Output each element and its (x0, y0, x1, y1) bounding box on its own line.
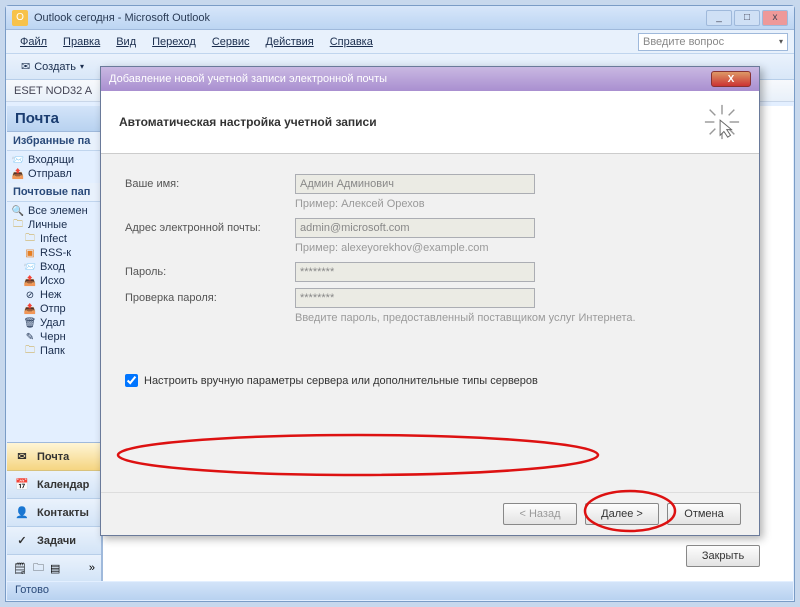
folder-icon: 🗀 (23, 233, 37, 245)
ask-question-box[interactable]: Введите вопрос ▾ (638, 33, 788, 51)
nav-infected[interactable]: 🗀Infect (11, 232, 97, 246)
manual-config-row[interactable]: Настроить вручную параметры сервера или … (125, 374, 735, 387)
trash-icon: 🗑 (23, 317, 37, 329)
name-label: Ваше имя: (125, 178, 295, 190)
nav-header-mail: Почта (7, 106, 101, 132)
add-account-dialog: Добавление новой учетной записи электрон… (100, 66, 760, 536)
inbox-icon: 📨 (11, 154, 25, 166)
mail-icon: ✉ (13, 448, 31, 466)
folder-list-icon[interactable]: 🗀 (33, 559, 44, 578)
inbox-icon: 📨 (23, 261, 37, 273)
password2-label: Проверка пароля: (125, 292, 295, 304)
nav-shortcut-row: 🗒 🗀 ▤ » (7, 555, 101, 581)
status-text: Готово (15, 584, 49, 596)
menu-file[interactable]: Файл (12, 33, 55, 51)
contacts-icon: 👤 (13, 504, 31, 522)
manual-config-label: Настроить вручную параметры сервера или … (144, 375, 538, 387)
nav-button-mail[interactable]: ✉Почта (7, 443, 101, 471)
chevron-down-icon: ▾ (80, 62, 84, 71)
name-hint: Пример: Алексей Орехов (295, 198, 735, 210)
nav-inbox[interactable]: 📨Входящи (11, 153, 97, 167)
sent-icon: 📤 (23, 303, 37, 315)
dialog-titlebar: Добавление новой учетной записи электрон… (101, 67, 759, 91)
menu-actions[interactable]: Действия (258, 33, 322, 51)
dialog-body: Ваше имя: Пример: Алексей Орехов Адрес э… (101, 154, 759, 397)
folder-icon: 🗀 (23, 345, 37, 357)
outlook-icon: O (12, 10, 28, 26)
chevron-down-icon: ▾ (779, 37, 783, 46)
calendar-icon: 📅 (13, 476, 31, 494)
menubar: Файл Правка Вид Переход Сервис Действия … (6, 30, 794, 54)
email-input[interactable] (295, 218, 535, 238)
sent-icon: 📤 (11, 168, 25, 180)
folder-icon: 🗀 (11, 219, 25, 231)
password-hint: Введите пароль, предоставленный поставщи… (295, 312, 735, 324)
menu-service[interactable]: Сервис (204, 33, 258, 51)
menu-go[interactable]: Переход (144, 33, 204, 51)
junk-icon: ⊘ (23, 289, 37, 301)
navigation-pane: Почта Избранные па 📨Входящи 📤Отправл Поч… (7, 106, 102, 581)
back-button[interactable]: < Назад (503, 503, 577, 525)
nav-button-calendar[interactable]: 📅Календар (7, 471, 101, 499)
shortcuts-icon[interactable]: ▤ (50, 562, 60, 575)
nav-sent[interactable]: 📤Отправл (11, 167, 97, 181)
notes-icon[interactable]: 🗒 (13, 562, 27, 575)
nav-sent2[interactable]: 📤Отпр (11, 302, 97, 316)
nav-inbox2[interactable]: 📨Вход (11, 260, 97, 274)
next-button[interactable]: Далее > (585, 503, 659, 525)
email-label: Адрес электронной почты: (125, 222, 295, 234)
nav-button-tasks[interactable]: ✓Задачи (7, 527, 101, 555)
nav-searchfolders[interactable]: 🗀Папк (11, 344, 97, 358)
nav-drafts[interactable]: ✎Черн (11, 330, 97, 344)
nav-mailfolders-header: Почтовые пап (7, 183, 101, 202)
eset-label: ESET NOD32 A (14, 85, 92, 97)
nav-junk[interactable]: ⊘Неж (11, 288, 97, 302)
email-hint: Пример: alexeyorekhov@example.com (295, 242, 735, 254)
menu-view[interactable]: Вид (108, 33, 144, 51)
outbox-icon: 📤 (23, 275, 37, 287)
nav-all-items[interactable]: 🔍Все элемен (11, 204, 97, 218)
nav-favorites-header: Избранные па (7, 132, 101, 151)
maximize-button[interactable]: □ (734, 10, 760, 26)
nav-outbox[interactable]: 📤Исхо (11, 274, 97, 288)
password-input[interactable] (295, 262, 535, 282)
drafts-icon: ✎ (23, 331, 37, 343)
password2-input[interactable] (295, 288, 535, 308)
window-title: Outlook сегодня - Microsoft Outlook (34, 12, 706, 24)
nav-deleted[interactable]: 🗑Удал (11, 316, 97, 330)
nav-rss[interactable]: ▣RSS-к (11, 246, 97, 260)
name-input[interactable] (295, 174, 535, 194)
menu-help[interactable]: Справка (322, 33, 381, 51)
cancel-button[interactable]: Отмена (667, 503, 741, 525)
manual-config-checkbox[interactable] (125, 374, 138, 387)
nav-personal[interactable]: 🗀Личные (11, 218, 97, 232)
close-button[interactable]: x (762, 10, 788, 26)
menu-edit[interactable]: Правка (55, 33, 108, 51)
dialog-header-text: Автоматическая настройка учетной записи (119, 115, 703, 129)
rss-icon: ▣ (23, 247, 37, 259)
dialog-header: Автоматическая настройка учетной записи (101, 91, 759, 154)
dialog-footer: < Назад Далее > Отмена (101, 492, 759, 535)
new-mail-icon: ✉ (21, 60, 30, 73)
dialog-title: Добавление новой учетной записи электрон… (109, 73, 711, 85)
statusbar: Готово (7, 582, 793, 600)
close-underlying-button[interactable]: Закрыть (686, 545, 760, 567)
chevron-icon[interactable]: » (89, 562, 95, 574)
tasks-icon: ✓ (13, 532, 31, 550)
ask-placeholder: Введите вопрос (643, 36, 724, 48)
minimize-button[interactable]: _ (706, 10, 732, 26)
nav-button-contacts[interactable]: 👤Контакты (7, 499, 101, 527)
search-icon: 🔍 (11, 205, 25, 217)
dialog-close-button[interactable]: X (711, 71, 751, 87)
password-label: Пароль: (125, 266, 295, 278)
titlebar: O Outlook сегодня - Microsoft Outlook _ … (6, 6, 794, 30)
create-button[interactable]: ✉ Создать ▾ (12, 57, 93, 76)
cursor-icon (703, 103, 741, 141)
create-label: Создать (34, 61, 76, 73)
